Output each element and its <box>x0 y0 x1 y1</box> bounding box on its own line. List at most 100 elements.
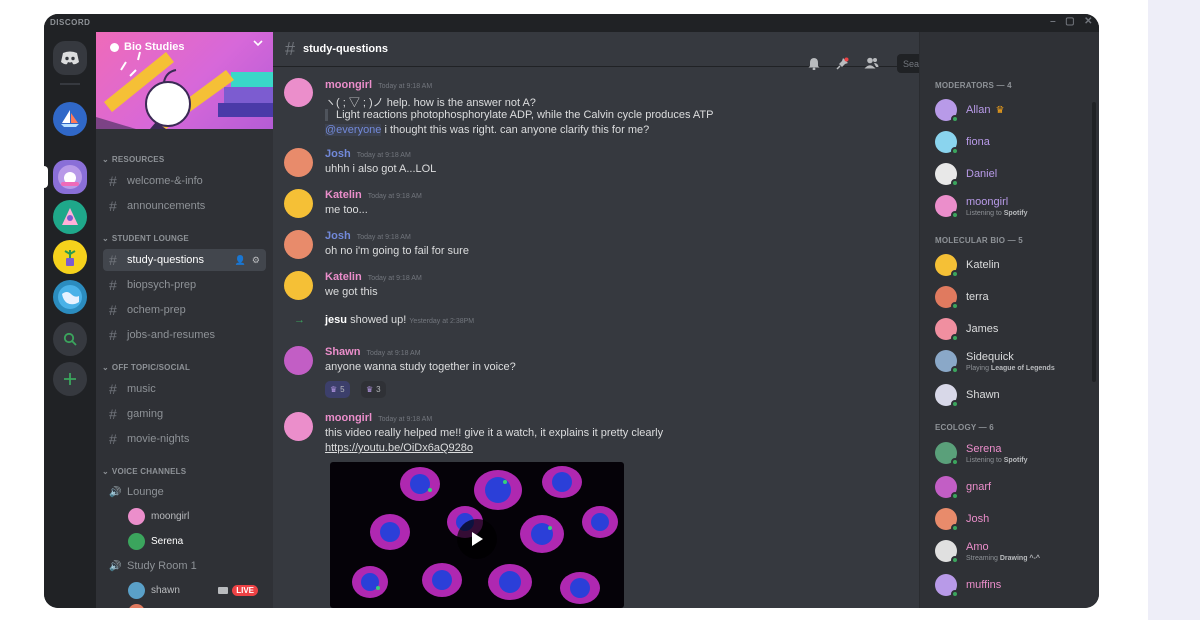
category-student-lounge[interactable]: ⌄ STUDENT LOUNGE <box>102 234 189 243</box>
right-panel <box>1148 0 1200 620</box>
close-button[interactable]: ✕ <box>1084 16 1093 27</box>
chevron-down-icon: ⌄ <box>102 155 109 164</box>
mention[interactable]: @everyone <box>325 124 382 136</box>
channel-gaming[interactable]: # gaming <box>103 403 266 425</box>
avatar[interactable] <box>284 78 313 107</box>
members-icon[interactable] <box>863 55 879 71</box>
member-name: James <box>966 323 999 335</box>
member-activity: Listening to Spotify <box>966 209 1028 217</box>
video-embed[interactable] <box>330 462 624 608</box>
status-dot <box>951 115 959 123</box>
channel-biopsych-prep[interactable]: # biopsych-prep <box>103 274 266 296</box>
server-earth[interactable] <box>53 280 87 314</box>
member-item[interactable]: gnarf <box>935 473 1095 501</box>
avatar[interactable] <box>284 346 313 375</box>
gear-icon[interactable]: ⚙ <box>252 255 260 266</box>
home-button[interactable] <box>53 41 87 75</box>
add-server-button[interactable] <box>53 362 87 396</box>
member-item[interactable]: muffins <box>935 571 1095 599</box>
status-dot <box>951 556 959 564</box>
message-author[interactable]: Shawn <box>325 346 360 358</box>
server-teal[interactable] <box>53 200 87 234</box>
avatar[interactable] <box>284 271 313 300</box>
member-item[interactable]: Shawn <box>935 381 1095 409</box>
avatar <box>935 350 959 374</box>
avatar <box>935 384 959 408</box>
minimize-button[interactable]: – <box>1050 16 1056 27</box>
channel-jobs-and-resumes[interactable]: # jobs-and-resumes <box>103 324 266 346</box>
channel-title: study-questions <box>303 43 388 55</box>
member-item[interactable]: Amo Streaming Drawing ^-^ <box>935 537 1095 565</box>
hash-icon: # <box>109 198 117 214</box>
message-text: ヽ( ; ▽ ; )ノ help. how is the answer not … <box>325 97 536 109</box>
avatar[interactable] <box>284 148 313 177</box>
status-dot <box>951 366 959 374</box>
message-author[interactable]: Katelin <box>325 271 362 283</box>
channel-header: # study-questions <box>273 32 919 67</box>
member-name: fiona <box>966 136 990 148</box>
voice-user[interactable]: shawn LIVE <box>128 580 258 600</box>
message-author[interactable]: jesu <box>325 314 347 326</box>
avatar[interactable] <box>284 230 313 259</box>
server-banner[interactable]: Bio Studies <box>96 32 273 129</box>
live-badge: LIVE <box>232 584 258 596</box>
message-author[interactable]: Josh <box>325 230 351 242</box>
channel-music[interactable]: # music <box>103 378 266 400</box>
member-item[interactable]: Serena Listening to Spotify <box>935 439 1095 467</box>
member-item[interactable]: terra <box>935 283 1095 311</box>
channel-study-questions[interactable]: # study-questions 👤 ⚙ <box>103 249 266 271</box>
message-text: this video really helped me!! give it a … <box>325 427 664 439</box>
member-item[interactable]: Allan ♛ <box>935 96 1095 124</box>
channel-movie-nights[interactable]: # movie-nights <box>103 428 266 450</box>
message-author[interactable]: Katelin <box>325 189 362 201</box>
voice-user[interactable]: terra <box>128 602 258 608</box>
avatar[interactable] <box>284 189 313 218</box>
voice-channel-lounge[interactable]: 🔊 Lounge <box>103 481 266 503</box>
member-name: Allan <box>966 104 991 116</box>
message-author[interactable]: moongirl <box>325 79 372 91</box>
channel-ochem-prep[interactable]: # ochem-prep <box>103 299 266 321</box>
channel-announcements[interactable]: # announcements <box>103 195 266 217</box>
member-item[interactable]: Katelin <box>935 251 1095 279</box>
reaction[interactable]: ♛ 5 <box>325 381 350 398</box>
member-name: moongirl <box>966 195 1009 208</box>
member-item[interactable]: fiona <box>935 128 1095 156</box>
server-sailboat[interactable] <box>53 102 87 136</box>
voice-channel-study-room-1[interactable]: 🔊 Study Room 1 <box>103 555 266 577</box>
chat-area: # study-questions moongirl Today at 9:18… <box>273 32 919 608</box>
member-item[interactable]: moongirl Listening to Spotify <box>935 192 1095 220</box>
server-bio-studies[interactable] <box>53 160 87 194</box>
member-name: Josh <box>966 513 990 525</box>
message-author[interactable]: Josh <box>325 148 351 160</box>
category-off-topic[interactable]: ⌄ OFF TOPIC/SOCIAL <box>102 363 190 372</box>
message-text: jesu showed up! Yesterday at 2:38PM <box>325 314 475 326</box>
server-yellow[interactable] <box>53 240 87 274</box>
member-item[interactable]: Sidequick Playing League of Legends <box>935 347 1095 375</box>
message-link[interactable]: https://youtu.be/OiDx6aQ928o <box>325 442 473 454</box>
bell-icon[interactable] <box>806 55 822 71</box>
message-quote: Light reactions photophosphorylate ADP, … <box>325 109 713 121</box>
message-author[interactable]: moongirl <box>325 412 372 424</box>
pin-icon[interactable] <box>834 55 850 71</box>
title-bar: DISCORD – ▢ ✕ <box>44 14 1099 32</box>
member-item[interactable]: Daniel <box>935 160 1095 188</box>
play-icon <box>472 532 483 546</box>
reaction[interactable]: ♛ 3 <box>361 381 386 398</box>
avatar <box>935 195 959 219</box>
play-button[interactable] <box>457 519 497 559</box>
add-member-icon[interactable]: 👤 <box>235 255 246 266</box>
hash-icon: # <box>109 252 117 268</box>
maximize-button[interactable]: ▢ <box>1065 16 1075 27</box>
avatar[interactable] <box>284 412 313 441</box>
channel-welcome-info[interactable]: # welcome-&-info <box>103 170 266 192</box>
crown-icon: ♛ <box>995 104 1005 116</box>
chevron-down-icon[interactable] <box>253 40 263 47</box>
voice-user[interactable]: Serena <box>128 531 183 551</box>
video-camera-icon <box>248 607 258 608</box>
category-voice-channels[interactable]: ⌄ VOICE CHANNELS <box>102 467 186 476</box>
member-item[interactable]: Josh <box>935 505 1095 533</box>
category-resources[interactable]: ⌄ RESOURCES <box>102 155 164 164</box>
explore-servers-button[interactable] <box>53 322 87 356</box>
member-item[interactable]: James <box>935 315 1095 343</box>
voice-user[interactable]: moongirl <box>128 506 189 526</box>
